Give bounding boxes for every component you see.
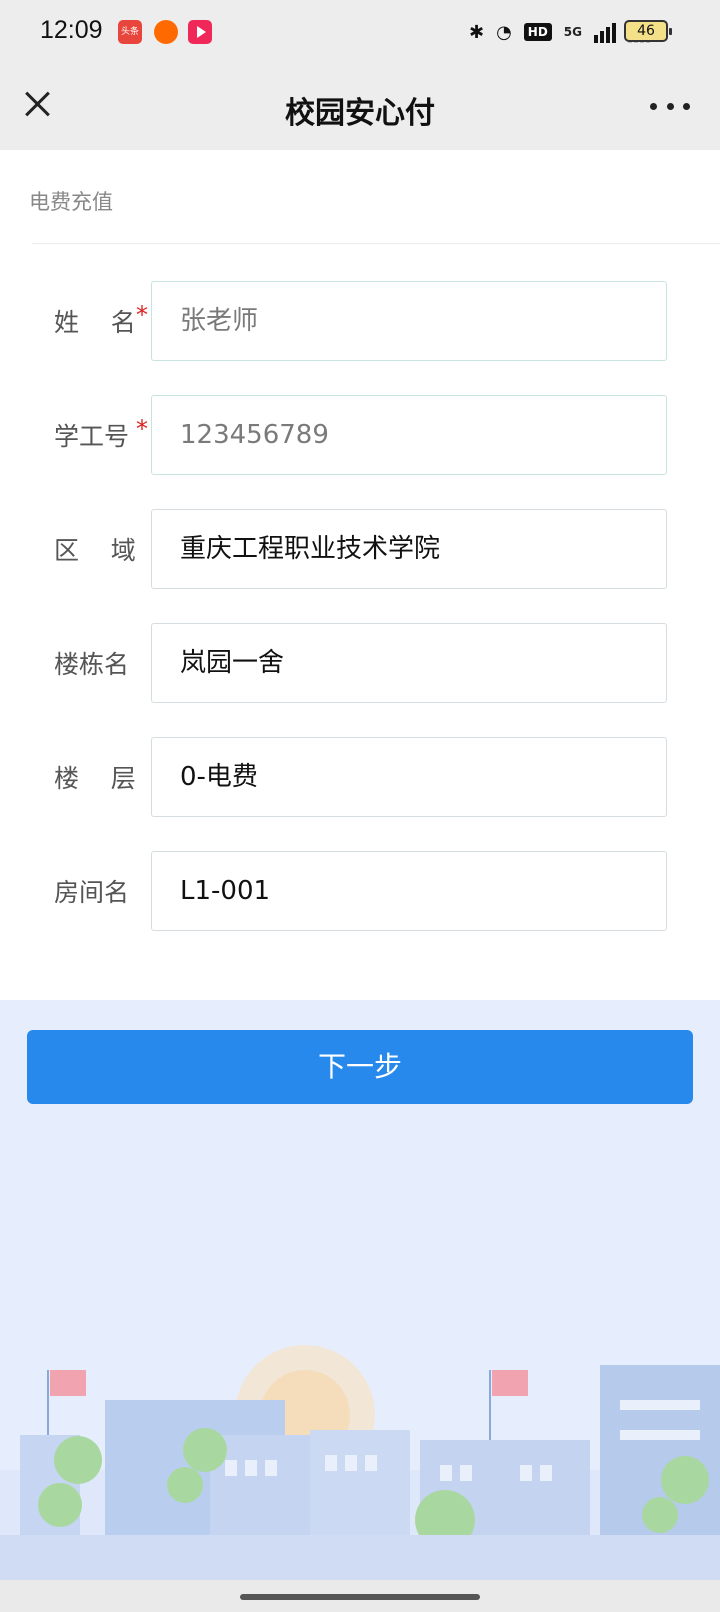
room-row: 房间名 L1-001 [0,851,720,931]
hd-badge: HD [523,23,552,41]
page-title: 校园安心付 [285,96,435,131]
staff-id-label: 学工号 [54,422,130,451]
area-row: 区 域 重庆工程职业技术学院 [0,509,720,589]
divider [32,243,720,244]
area-select[interactable]: 重庆工程职业技术学院 [151,509,667,589]
floor-row: 楼 层 0-电费 [0,737,720,817]
section-title: 电费充值 [29,190,113,214]
network-label: 5G [563,25,582,39]
building-label: 楼栋名 [54,650,130,679]
room-label: 房间名 [54,878,130,907]
staff-id-row: 学工号 * 123456789 [0,395,720,475]
toutiao-icon: 头条 [118,20,142,44]
floor-select[interactable]: 0-电费 [151,737,667,817]
area-label: 区 域 [54,536,136,565]
orange-app-icon [154,20,178,44]
home-bar[interactable] [240,1594,480,1600]
building-select[interactable]: 岚园一舍 [151,623,667,703]
home-indicator [0,1580,720,1612]
required-mark: * [136,301,148,329]
name-row: 姓 名 * 张老师 [0,281,720,361]
status-icons: ✱ ◔ HD 5G [469,16,650,48]
name-input[interactable]: 张老师 [151,281,667,361]
room-select[interactable]: L1-001 [151,851,667,931]
form-card: 电费充值 姓 名 * 张老师 学工号 * 123456789 区 域 重庆工程职… [0,150,720,1000]
status-time: 12:09 [40,16,103,44]
bluetooth-icon: ✱ [468,21,485,43]
campus-illustration [0,1345,720,1580]
more-icon[interactable] [650,88,690,124]
video-app-icon [188,20,212,44]
staff-id-input[interactable]: 123456789 [151,395,667,475]
wifi-icon: ◔ [496,21,512,43]
status-bar: 12:09 头条 ✱ ◔ HD 5G 46 [0,0,720,64]
next-button[interactable]: 下一步 [27,1030,693,1104]
floor-label: 楼 层 [54,764,136,793]
required-mark: * [136,415,148,443]
building-row: 楼栋名 岚园一舍 [0,623,720,703]
name-label: 姓 名 [54,308,136,337]
signal-icon [594,21,616,43]
nav-bar: 校园安心付 [0,64,720,150]
battery-icon: 46 [624,20,672,42]
